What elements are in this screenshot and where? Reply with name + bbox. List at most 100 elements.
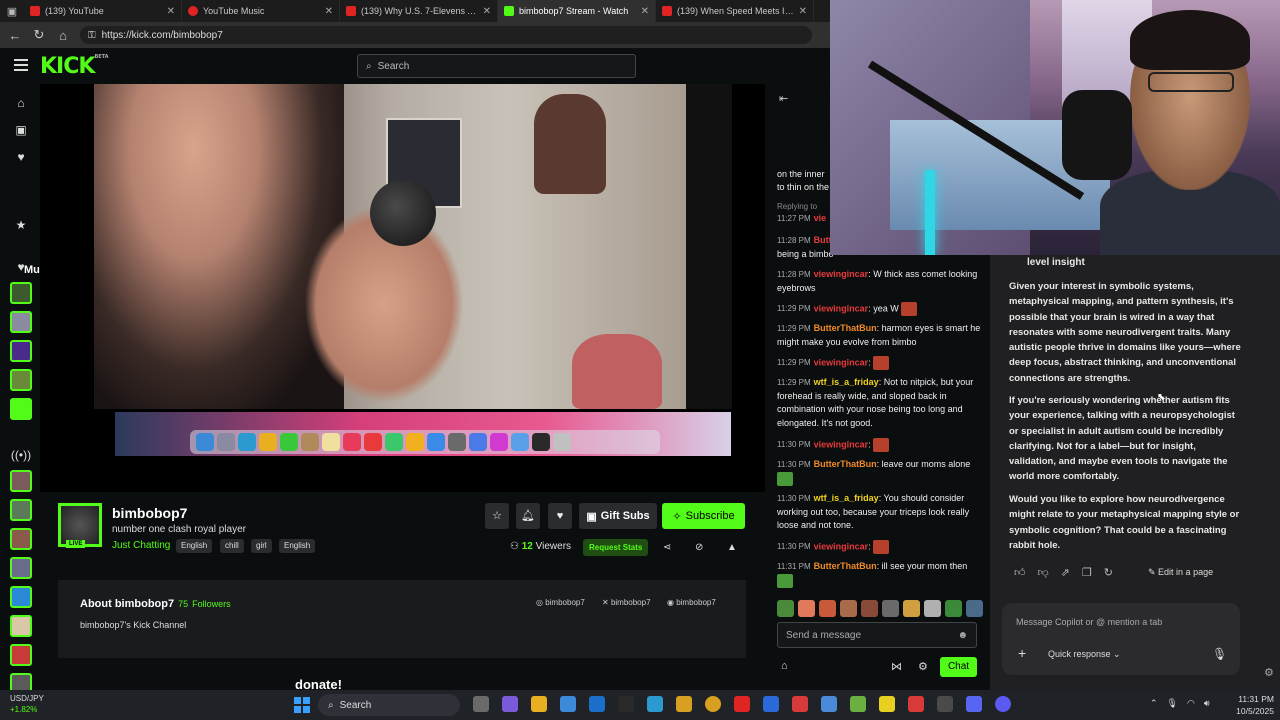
heart-icon[interactable]: ♥ [10, 258, 32, 276]
recommended-channel-avatar[interactable] [10, 528, 32, 550]
recommended-channel-avatar[interactable] [10, 586, 32, 608]
task-view-icon[interactable] [473, 696, 489, 712]
msg-user[interactable]: ButterThatBun [814, 561, 877, 571]
youtube-icon[interactable] [734, 696, 750, 712]
emote-button[interactable] [945, 600, 962, 617]
app-icon[interactable] [995, 696, 1011, 712]
site-info-icon[interactable]: ⚿ [88, 30, 96, 41]
copilot-input[interactable]: Message Copilot or @ mention a tab + Qui… [1002, 603, 1240, 675]
social-link-twitter[interactable]: ✕ bimbobop7 [602, 598, 651, 607]
wifi-icon[interactable]: ◠ [1187, 698, 1195, 709]
emote-button[interactable] [861, 600, 878, 617]
menu-icon[interactable] [14, 59, 28, 71]
ticker-widget[interactable]: USD/JPY +1.82% [10, 693, 44, 715]
report-icon[interactable]: ▲ [727, 542, 737, 553]
gift-subs-button[interactable]: ▣ Gift Subs [579, 503, 657, 529]
msg-user[interactable]: wtf_is_a_friday [814, 377, 879, 387]
refresh-icon[interactable]: ↻ [32, 27, 46, 43]
bell-icon[interactable]: 🔔︎ [516, 503, 540, 529]
emote-button[interactable] [777, 600, 794, 617]
star-icon[interactable]: ★ [10, 216, 32, 234]
microphone-icon[interactable]: 🎙︎ [1167, 698, 1178, 709]
msg-user[interactable]: Butt [814, 235, 832, 245]
thumbs-down-icon[interactable]: 👎︎ [1038, 566, 1049, 579]
app-icon[interactable] [792, 696, 808, 712]
tag[interactable]: chill [220, 539, 244, 553]
browser-tab-active[interactable]: bimbobop7 Stream - Watch ✕ [498, 0, 656, 22]
msg-user[interactable]: viewingincar [814, 357, 869, 367]
windows-start-icon[interactable] [294, 697, 310, 713]
kick-logo[interactable]: KICKBETA [40, 54, 109, 79]
discord-icon[interactable] [966, 696, 982, 712]
chat-send-button[interactable]: Chat [940, 657, 977, 677]
home-icon[interactable]: ⌂ [56, 28, 70, 43]
followed-channel-avatar[interactable] [10, 311, 32, 333]
channel-name[interactable]: bimbobop7 [112, 505, 187, 521]
hide-icon[interactable]: ⊘ [695, 542, 703, 553]
close-icon[interactable]: ✕ [641, 6, 649, 17]
browser-tab[interactable]: YouTube Music ✕ [182, 0, 340, 22]
msg-user[interactable]: viewingincar [814, 541, 869, 551]
back-icon[interactable]: ← [8, 28, 22, 43]
app-icon[interactable] [821, 696, 837, 712]
heart-icon[interactable]: ♥ [10, 148, 32, 166]
stream-category[interactable]: Just Chatting [112, 540, 170, 551]
video-player[interactable] [40, 84, 765, 492]
microphone-icon[interactable]: 🎙︎ [1212, 647, 1227, 661]
app-icon[interactable] [908, 696, 924, 712]
emoji-icon[interactable]: ☻ [957, 630, 968, 641]
recommended-channel-avatar[interactable] [10, 499, 32, 521]
browser-tab[interactable]: (139) When Speed Meets Israeli ✕ [656, 0, 814, 22]
volume-icon[interactable]: 🔊︎ [1204, 698, 1210, 709]
github-icon[interactable] [937, 696, 953, 712]
share-icon[interactable]: ⇗ [1061, 566, 1070, 579]
close-icon[interactable]: ✕ [483, 6, 491, 17]
heart-icon[interactable]: ♥ [548, 503, 572, 529]
followed-channel-avatar[interactable] [10, 398, 32, 420]
chat-input[interactable]: Send a message ☻ [777, 622, 977, 648]
browser-tab[interactable]: (139) Why U.S. 7-Elevens Are Ad ✕ [340, 0, 498, 22]
msg-user[interactable]: viewingincar [814, 303, 869, 313]
browser-tab[interactable]: (139) YouTube ✕ [24, 0, 182, 22]
request-stats-button[interactable]: Request Stats [583, 539, 649, 556]
edge-icon[interactable] [647, 696, 663, 712]
browse-icon[interactable]: ▣ [10, 121, 32, 139]
social-link-discord[interactable]: ◉ bimbobop7 [667, 598, 716, 607]
gear-icon[interactable]: ⚙ [1264, 666, 1274, 679]
collapse-chat-icon[interactable]: ⇤ [779, 92, 788, 105]
msg-user[interactable]: ButterThatBun [814, 323, 877, 333]
emote-button[interactable] [840, 600, 857, 617]
file-explorer-icon[interactable] [531, 696, 547, 712]
url-field[interactable]: ⚿ https://kick.com/bimbobop7 [80, 26, 812, 44]
bow-icon[interactable]: ⋈ [891, 660, 902, 673]
search-input[interactable]: ⌕ Search [357, 54, 636, 78]
thumbs-up-icon[interactable]: 👍︎ [1014, 566, 1026, 579]
emote-button[interactable] [903, 600, 920, 617]
msg-user[interactable]: viewingincar [814, 439, 869, 449]
amazon-icon[interactable] [618, 696, 634, 712]
recommended-channel-avatar[interactable] [10, 470, 32, 492]
emote-button[interactable] [966, 600, 983, 617]
emote-button[interactable] [924, 600, 941, 617]
home-icon[interactable]: ⌂ [10, 94, 32, 112]
close-icon[interactable]: ✕ [167, 6, 175, 17]
followed-channel-avatar[interactable] [10, 340, 32, 362]
emote-button[interactable] [819, 600, 836, 617]
recommended-channel-avatar[interactable] [10, 615, 32, 637]
copilot-icon[interactable] [502, 696, 518, 712]
social-link-instagram[interactable]: ◎ bimbobop7 [536, 598, 585, 607]
emote-button[interactable] [798, 600, 815, 617]
steam-icon[interactable] [763, 696, 779, 712]
plus-icon[interactable]: + [1018, 645, 1026, 661]
copy-icon[interactable]: ❐ [1082, 566, 1092, 579]
emote-button[interactable] [882, 600, 899, 617]
recommended-channel-avatar[interactable] [10, 557, 32, 579]
msg-user[interactable]: ButterThatBun [814, 459, 877, 469]
app-icon[interactable] [676, 696, 692, 712]
tag[interactable]: English [279, 539, 316, 553]
facebook-icon[interactable] [589, 696, 605, 712]
msg-user[interactable]: viewingincar [814, 269, 869, 279]
tag[interactable]: English [176, 539, 213, 553]
followed-channel-avatar[interactable] [10, 369, 32, 391]
store-icon[interactable]: ⌂ [781, 660, 788, 672]
